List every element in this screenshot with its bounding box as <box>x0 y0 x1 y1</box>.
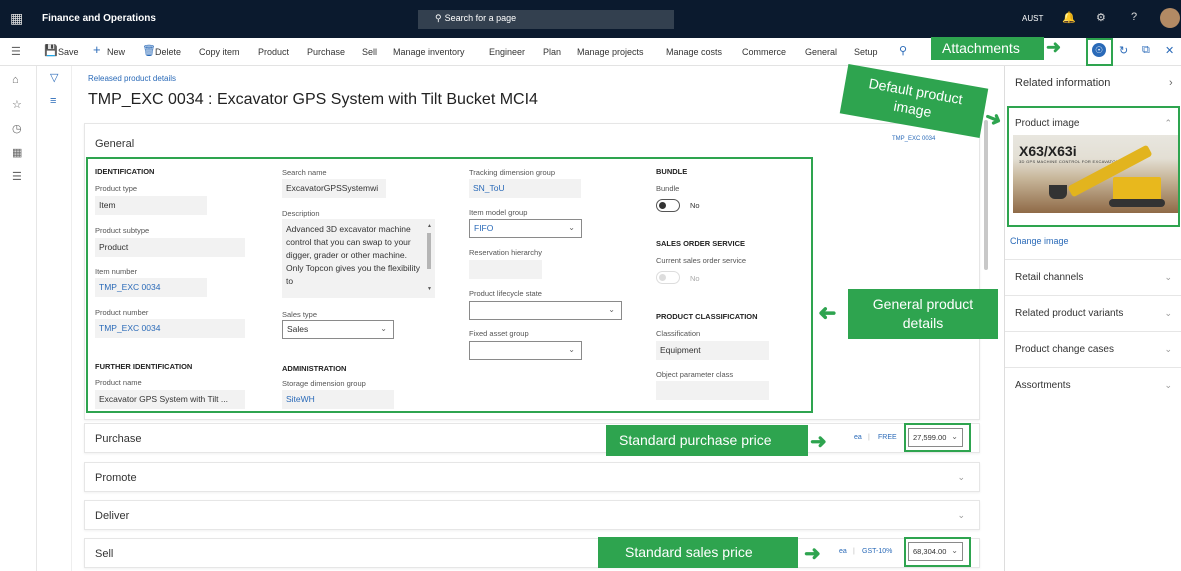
promote-fasttab-header[interactable]: Promote <box>95 472 137 484</box>
recent-clock-icon[interactable]: ◷ <box>12 122 22 135</box>
menu-sell[interactable]: Sell <box>362 47 377 57</box>
close-icon[interactable]: ✕ <box>1165 44 1174 57</box>
workspaces-icon[interactable]: ▦ <box>12 146 22 159</box>
purchase-tax-group[interactable]: FREE <box>878 434 897 441</box>
left-navigation-pane: ⌂ ☆ ◷ ▦ ☰ <box>0 66 37 571</box>
menu-commerce[interactable]: Commerce <box>742 47 786 57</box>
action-search-icon[interactable]: ⚲ <box>899 44 907 57</box>
list-toggle-icon[interactable]: ≡ <box>50 95 56 107</box>
sell-unit[interactable]: ea <box>839 548 847 555</box>
menu-engineer[interactable]: Engineer <box>489 47 525 57</box>
top-bar: ▦ Finance and Operations ⚲ Search for a p… <box>0 0 1181 38</box>
deliver-fasttab-header[interactable]: Deliver <box>95 510 129 522</box>
sales-price-highlight <box>904 537 971 567</box>
purchase-fasttab[interactable]: Purchase <box>84 423 980 453</box>
breadcrumb[interactable]: Released product details <box>88 74 176 83</box>
company-picker[interactable]: AUST <box>1022 14 1043 23</box>
general-details-highlight <box>86 157 813 413</box>
general-details-arrow-icon: ➜ <box>818 300 837 325</box>
attachments-arrow-icon: ➜ <box>1046 37 1062 57</box>
new-plus-icon: + <box>93 42 101 57</box>
delete-trash-icon: 🗑 <box>142 45 156 57</box>
product-change-cases-section[interactable]: Product change cases ⌄ <box>1005 331 1181 367</box>
retail-channels-title: Retail channels <box>1015 272 1084 283</box>
settings-gear-icon[interactable]: ⚙ <box>1096 11 1106 24</box>
chevron-down-icon: ⌄ <box>1164 344 1172 354</box>
app-launcher-icon[interactable]: ▦ <box>10 10 23 27</box>
home-icon[interactable]: ⌂ <box>12 74 19 86</box>
chevron-down-icon: ⌄ <box>1164 272 1172 282</box>
promote-fasttab[interactable]: Promote ⌄ <box>84 462 980 492</box>
save-button[interactable]: Save <box>58 47 79 57</box>
filter-funnel-icon[interactable]: ▽ <box>50 71 58 84</box>
search-placeholder: Search for a page <box>444 13 517 23</box>
menu-manage-projects[interactable]: Manage projects <box>577 47 644 57</box>
deliver-fasttab[interactable]: Deliver ⌄ <box>84 500 980 530</box>
assortments-section[interactable]: Assortments ⌄ <box>1005 367 1181 403</box>
search-box[interactable]: ⚲ Search for a page <box>418 10 674 29</box>
menu-manage-inventory[interactable]: Manage inventory <box>393 47 465 57</box>
product-image-highlight <box>1007 106 1180 227</box>
product-change-cases-title: Product change cases <box>1015 344 1114 355</box>
refresh-icon[interactable]: ↻ <box>1119 44 1128 57</box>
chevron-right-icon[interactable]: › <box>1169 77 1173 89</box>
attachments-callout: Attachments <box>931 37 1044 60</box>
change-image-link[interactable]: Change image <box>1010 236 1069 246</box>
save-icon: 💾 <box>44 45 58 57</box>
help-icon[interactable]: ? <box>1131 11 1137 23</box>
copy-item-button[interactable]: Copy item <box>199 47 240 57</box>
related-product-variants-section[interactable]: Related product variants ⌄ <box>1005 295 1181 331</box>
retail-channels-section[interactable]: Retail channels ⌄ <box>1005 259 1181 295</box>
page-title: TMP_EXC 0034 : Excavator GPS System with… <box>88 91 538 108</box>
separator: | <box>853 548 855 555</box>
general-summary: TMP_EXC 0034 <box>892 136 936 142</box>
search-icon: ⚲ <box>435 13 442 23</box>
purchase-price-callout: Standard purchase price <box>606 425 808 456</box>
purchase-fasttab-header[interactable]: Purchase <box>95 433 141 445</box>
sales-price-arrow-icon: ➜ <box>804 543 821 565</box>
favorites-star-icon[interactable]: ☆ <box>12 98 22 111</box>
sell-tax-group[interactable]: GST-10% <box>862 548 892 555</box>
chevron-down-icon: ⌄ <box>957 472 965 482</box>
app-name[interactable]: Finance and Operations <box>42 13 156 24</box>
menu-manage-costs[interactable]: Manage costs <box>666 47 722 57</box>
filter-column: ▽ ≡ <box>37 66 72 571</box>
user-avatar[interactable] <box>1160 8 1180 28</box>
related-information-header[interactable]: Related information <box>1015 77 1110 89</box>
menu-purchase[interactable]: Purchase <box>307 47 345 57</box>
chevron-down-icon: ⌄ <box>1164 308 1172 318</box>
new-button[interactable]: New <box>107 47 125 57</box>
general-details-callout: General product details <box>848 289 998 339</box>
purchase-price-arrow-icon: ➜ <box>810 431 827 453</box>
navigation-menu-icon[interactable]: ☰ <box>11 45 21 58</box>
sell-fasttab-header[interactable]: Sell <box>95 548 113 560</box>
modules-list-icon[interactable]: ☰ <box>12 170 22 183</box>
menu-plan[interactable]: Plan <box>543 47 561 57</box>
chevron-down-icon: ⌄ <box>1164 380 1172 390</box>
open-new-window-icon[interactable]: ⧉ <box>1142 44 1150 57</box>
purchase-unit[interactable]: ea <box>854 434 862 441</box>
delete-button[interactable]: Delete <box>155 47 181 57</box>
sales-price-callout: Standard sales price <box>598 537 798 568</box>
notification-bell-icon[interactable]: 🔔 <box>1062 11 1076 24</box>
page-scrollbar[interactable] <box>984 120 988 270</box>
related-product-variants-title: Related product variants <box>1015 308 1124 319</box>
separator: | <box>868 434 870 441</box>
menu-setup[interactable]: Setup <box>854 47 878 57</box>
chevron-down-icon: ⌄ <box>957 510 965 520</box>
general-fasttab-header[interactable]: General <box>95 138 134 150</box>
menu-product[interactable]: Product <box>258 47 289 57</box>
purchase-price-highlight <box>904 423 971 452</box>
attachments-icon[interactable]: ☉ <box>1092 43 1106 57</box>
menu-general[interactable]: General <box>805 47 837 57</box>
assortments-title: Assortments <box>1015 380 1071 391</box>
